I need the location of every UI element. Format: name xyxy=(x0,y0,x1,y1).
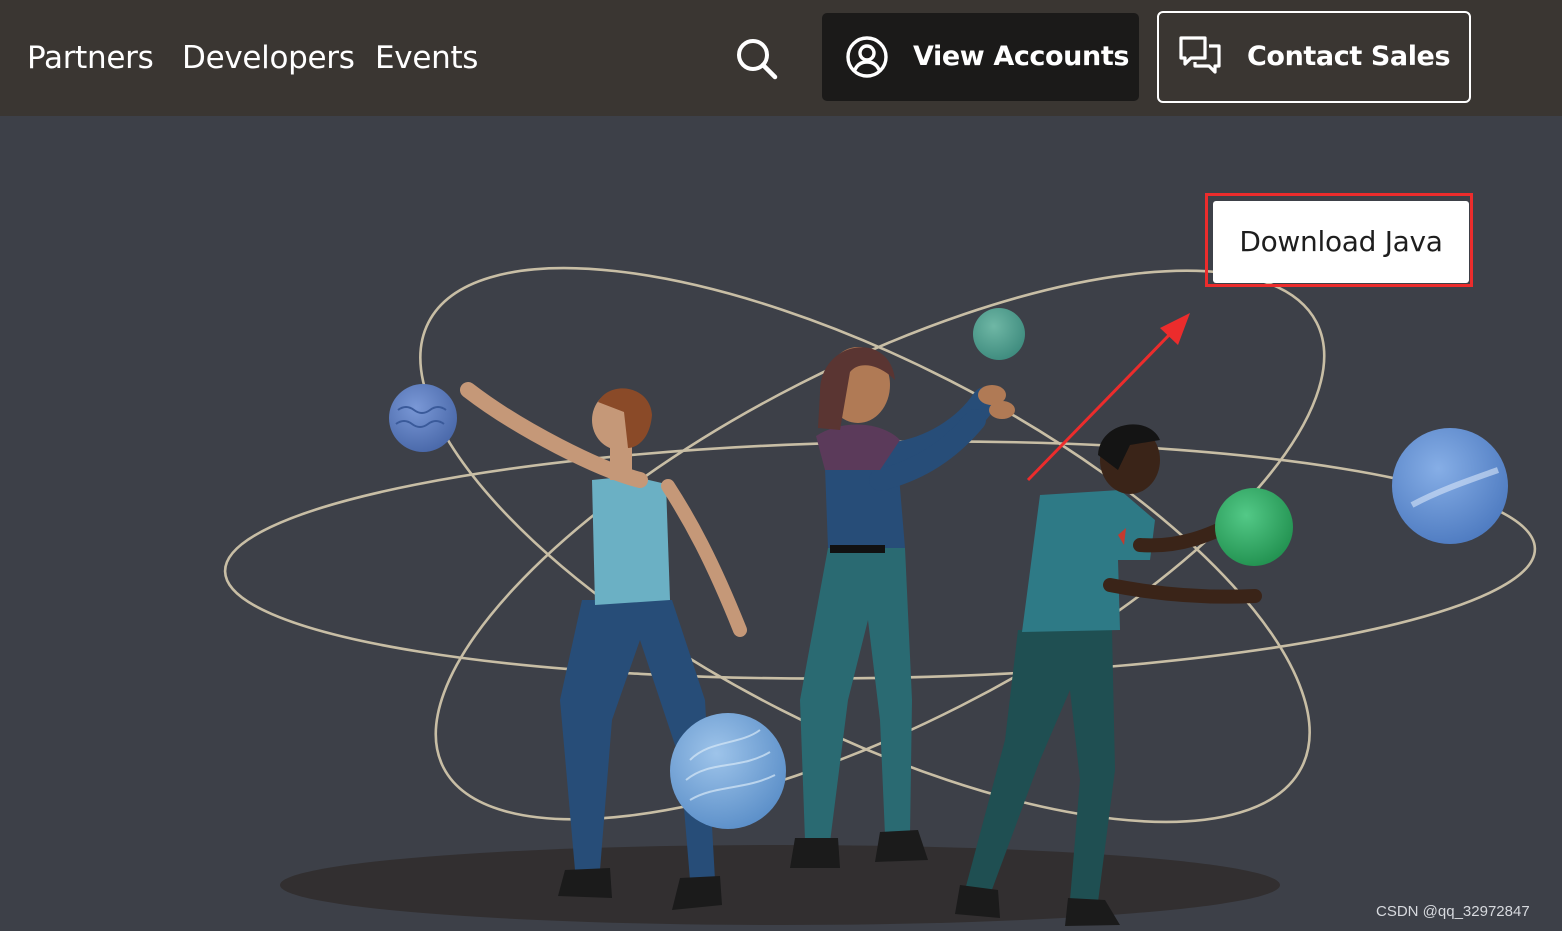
watermark: CSDN @qq_32972847 xyxy=(1376,903,1530,920)
contact-sales-label: Contact Sales xyxy=(1247,41,1451,72)
nav-link-events[interactable]: Events xyxy=(375,36,478,80)
planet-teal-top xyxy=(973,308,1025,360)
planets xyxy=(389,308,1508,829)
search-icon xyxy=(737,39,778,80)
nav-link-partners[interactable]: Partners xyxy=(27,36,154,80)
nav-link-developers[interactable]: Developers xyxy=(182,36,355,80)
planet-blue-left xyxy=(389,384,457,452)
view-accounts-button[interactable]: View Accounts xyxy=(822,13,1139,101)
contact-sales-button[interactable]: Contact Sales xyxy=(1157,11,1471,103)
search-button[interactable] xyxy=(728,30,786,88)
planet-green xyxy=(1215,488,1293,566)
planet-blue-bottom xyxy=(670,713,786,829)
chat-bubbles-icon xyxy=(1179,36,1221,74)
header-bar: Partners Developers Events View Accounts… xyxy=(0,0,1562,116)
figure-left xyxy=(460,382,747,910)
ground-shadow xyxy=(280,845,1280,925)
user-circle-icon xyxy=(846,36,888,78)
download-java-button[interactable]: Download Java xyxy=(1213,201,1469,283)
view-accounts-label: View Accounts xyxy=(913,41,1130,72)
